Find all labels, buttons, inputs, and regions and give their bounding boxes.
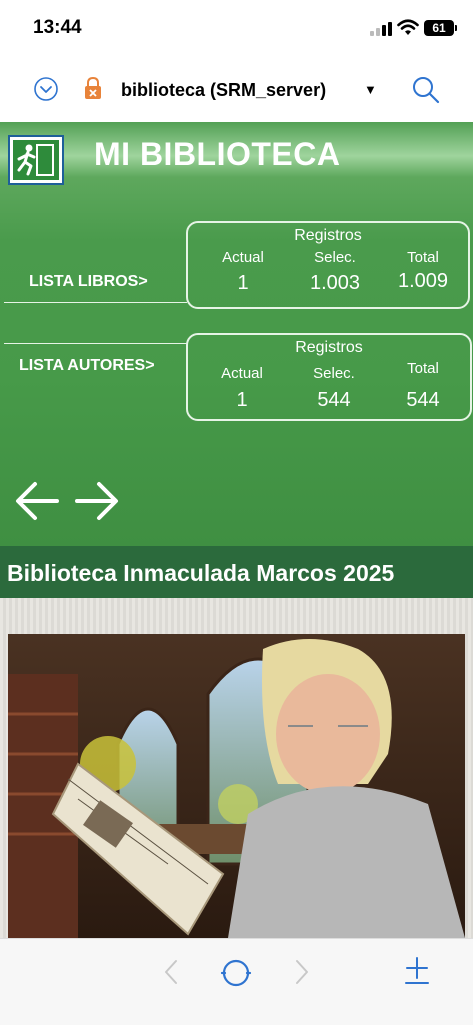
wifi-icon (397, 19, 419, 35)
home-icon[interactable] (220, 957, 252, 989)
nav-title[interactable]: biblioteca (SRM_server) (121, 80, 326, 101)
books-actual-label: Actual (222, 249, 264, 266)
exit-icon (17, 144, 54, 176)
books-records-title: Registros (294, 227, 362, 244)
authors-actual-value: 1 (236, 389, 248, 411)
authors-total-value: 544 (406, 389, 440, 411)
books-total-value: 1.009 (397, 270, 449, 292)
photo-area (0, 598, 473, 938)
back-icon[interactable] (163, 959, 179, 985)
signal-icon (370, 22, 394, 36)
search-icon[interactable] (411, 75, 441, 105)
library-photo (8, 634, 465, 938)
status-bar: 13:44 61 (0, 0, 473, 56)
app-header: MI BIBLIOTECA LISTA LIBROS> Registros Ac… (0, 122, 473, 546)
authors-total-label: Total (407, 360, 439, 377)
lock-icon[interactable] (83, 76, 103, 100)
books-actual-value: 1 (237, 272, 249, 294)
banner: Biblioteca Inmaculada Marcos 2025 (0, 546, 473, 598)
authors-list-link[interactable]: LISTA AUTORES> (19, 357, 155, 375)
add-icon[interactable] (404, 956, 430, 986)
books-selec-label: Selec. (314, 249, 356, 266)
status-time: 13:44 (33, 17, 82, 38)
authors-selec-label: Selec. (313, 365, 355, 382)
forward-icon[interactable] (294, 959, 310, 985)
books-total-label: Total (407, 249, 439, 266)
exit-button[interactable] (8, 135, 64, 185)
app-title: MI BIBLIOTECA (94, 136, 341, 172)
divider (4, 302, 187, 303)
books-list-link[interactable]: LISTA LIBROS> (29, 273, 148, 291)
divider (4, 343, 187, 344)
dropdown-arrow-icon[interactable]: ▼ (364, 82, 377, 97)
battery-icon: 61 (424, 20, 457, 36)
authors-records-panel: Registros Actual Selec. Total 1 544 544 (186, 333, 472, 421)
nav-bar: biblioteca (SRM_server) ▼ (0, 56, 473, 123)
authors-records-title: Registros (295, 339, 363, 356)
books-selec-value: 1.003 (309, 272, 361, 294)
chevron-down-icon[interactable] (34, 77, 58, 101)
arrow-left-icon[interactable] (15, 480, 59, 522)
authors-selec-value: 544 (317, 389, 351, 411)
bottom-toolbar (0, 938, 473, 1025)
authors-actual-label: Actual (221, 365, 263, 382)
banner-title: Biblioteca Inmaculada Marcos 2025 (7, 560, 395, 586)
books-records-panel: Registros Actual Selec. Total 1 1.003 1.… (186, 221, 470, 309)
arrow-right-icon[interactable] (75, 480, 119, 522)
